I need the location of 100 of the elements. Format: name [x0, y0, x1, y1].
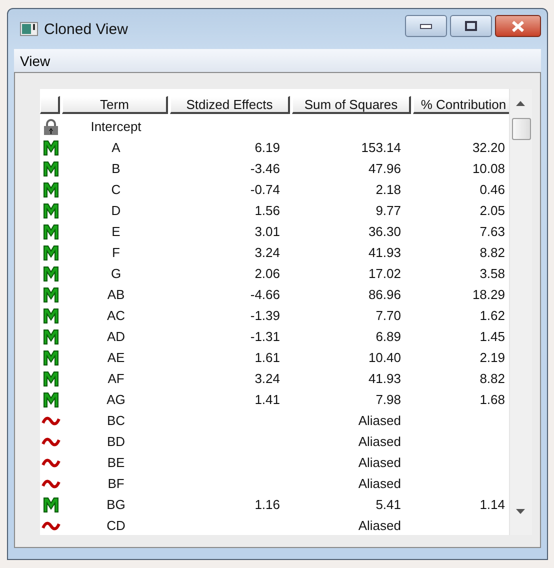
m-icon — [43, 160, 59, 176]
minimize-button[interactable] — [405, 15, 447, 37]
table-cell-text: 9.77 — [374, 202, 402, 220]
table-cell-text: 1.14 — [478, 496, 506, 514]
scrollbar[interactable] — [509, 89, 532, 535]
m-icon — [43, 140, 59, 156]
table-cell-text: 2.06 — [254, 265, 281, 283]
tilde-icon — [41, 414, 61, 426]
table-cell-text: 7.63 — [478, 223, 506, 241]
table-cell-text: Intercept — [90, 118, 142, 136]
scroll-down-icon[interactable] — [516, 509, 525, 514]
table-cell-text: -1.39 — [249, 307, 281, 325]
m-icon — [43, 308, 59, 324]
maximize-icon — [465, 21, 477, 31]
table-cell-text: F — [111, 244, 121, 262]
table-cell-text: 3.01 — [254, 223, 281, 241]
window-title: Cloned View — [44, 20, 129, 38]
menu-item[interactable]: View — [20, 52, 50, 68]
table-cell-text: 32.20 — [471, 139, 506, 157]
table-cell-text: Aliased — [357, 475, 402, 493]
m-icon — [43, 182, 59, 198]
table-cell-text: AF — [106, 370, 126, 388]
close-icon — [512, 20, 524, 32]
table-cell-text: -0.74 — [249, 181, 281, 199]
table-cell-text: 17.02 — [367, 265, 402, 283]
table-cell-text: 3.58 — [478, 265, 506, 283]
lock-icon — [42, 118, 60, 134]
table-cell-text: Aliased — [357, 433, 402, 451]
table-cell-text: Aliased — [357, 517, 402, 535]
column-header[interactable]: % Contribution — [413, 96, 509, 114]
m-icon — [43, 496, 59, 512]
m-icon — [43, 286, 59, 302]
table-cell-text: 6.89 — [374, 328, 402, 346]
table-cell-text: BC — [106, 412, 126, 430]
tilde-icon — [41, 436, 61, 448]
table-cell-text: Aliased — [357, 412, 402, 430]
table-cell-text: 2.05 — [478, 202, 506, 220]
table-cell-text: 8.82 — [478, 244, 506, 262]
table-cell-text: 8.82 — [478, 370, 506, 388]
close-button[interactable] — [495, 15, 541, 37]
table-cell-text: 3.24 — [254, 244, 281, 262]
column-header[interactable]: Term — [62, 96, 168, 114]
minimize-icon — [420, 24, 432, 28]
table-cell-text: 153.14 — [360, 139, 402, 157]
table-cell-text: 1.62 — [478, 307, 506, 325]
table-cell-text: 5.41 — [374, 496, 402, 514]
table-cell-text: 2.18 — [374, 181, 402, 199]
table-cell-text: 2.19 — [478, 349, 506, 367]
table-cell-text: 18.29 — [471, 286, 506, 304]
table-cell-text: AB — [106, 286, 126, 304]
table-cell-text: 1.68 — [478, 391, 506, 409]
table-cell-text: 36.30 — [367, 223, 402, 241]
table-cell-text: AC — [106, 307, 126, 325]
m-icon — [43, 244, 59, 260]
m-icon — [43, 202, 59, 218]
table-cell-text: 3.24 — [254, 370, 281, 388]
table-cell-text: AE — [106, 349, 126, 367]
table-cell-text: 6.19 — [254, 139, 281, 157]
m-icon — [43, 224, 59, 240]
tilde-icon — [41, 478, 61, 490]
table-cell-text: -1.31 — [249, 328, 281, 346]
table-cell-text: 10.08 — [471, 160, 506, 178]
table-cell-text: AG — [106, 391, 126, 409]
table-cell-text: AD — [106, 328, 126, 346]
m-icon — [43, 266, 59, 282]
column-header[interactable]: Stdized Effects — [170, 96, 290, 114]
table-cell-text: 7.98 — [374, 391, 402, 409]
app-icon — [20, 22, 38, 36]
m-icon — [43, 370, 59, 386]
table-cell-text: 1.56 — [254, 202, 281, 220]
m-icon — [43, 350, 59, 366]
table-cell-text: A — [110, 139, 122, 157]
scroll-thumb[interactable] — [512, 118, 531, 140]
table-cell-text: -4.66 — [249, 286, 281, 304]
table-cell-text: BF — [106, 475, 126, 493]
scroll-up-icon[interactable] — [516, 101, 525, 106]
table-cell-text: 1.16 — [254, 496, 281, 514]
maximize-button[interactable] — [450, 15, 492, 37]
table-cell-text: B — [110, 160, 122, 178]
table-cell-text: 47.96 — [367, 160, 402, 178]
table-cell-text: G — [110, 265, 122, 283]
table-cell-text: BG — [106, 496, 126, 514]
table-cell-text: 41.93 — [367, 244, 402, 262]
table-cell-text: 86.96 — [367, 286, 402, 304]
table-cell-text: C — [110, 181, 122, 199]
m-icon — [43, 328, 59, 344]
table-cell-text: CD — [106, 517, 126, 535]
table-cell-text: BD — [106, 433, 126, 451]
table-cell-text: 41.93 — [367, 370, 402, 388]
table-cell-text: -3.46 — [249, 160, 281, 178]
table-cell-text: 1.41 — [254, 391, 281, 409]
tilde-icon — [41, 520, 61, 532]
table-cell-text: 1.61 — [254, 349, 281, 367]
table-cell-text: 7.70 — [374, 307, 402, 325]
table-cell-text: D — [110, 202, 122, 220]
tilde-icon — [41, 456, 61, 468]
m-icon — [43, 392, 59, 408]
column-header[interactable]: Sum of Squares — [292, 96, 411, 114]
table-cell-text: Aliased — [357, 454, 402, 472]
table-cell-text: 1.45 — [478, 328, 506, 346]
